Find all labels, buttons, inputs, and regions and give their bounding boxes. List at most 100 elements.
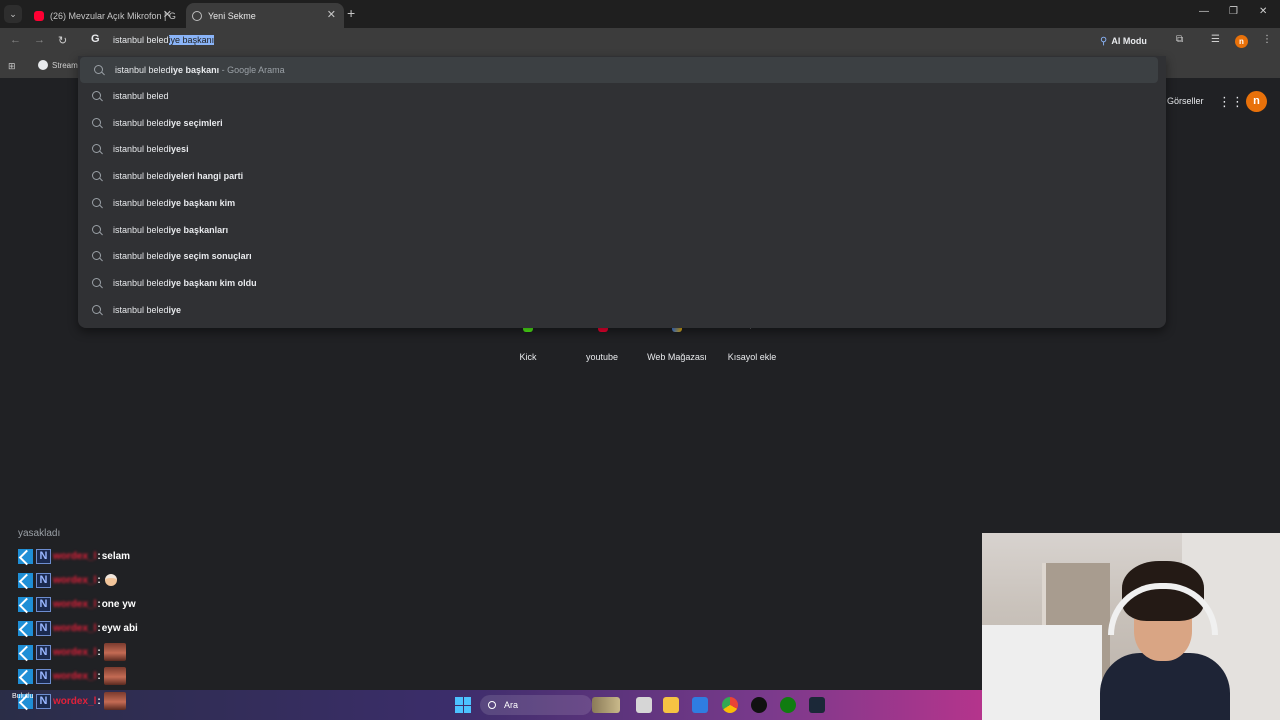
chat-separator: : — [97, 574, 101, 586]
extensions-icon[interactable]: ⧉ — [1176, 34, 1183, 45]
search-icon — [92, 278, 101, 287]
widget-icon[interactable] — [592, 697, 620, 713]
shortcut-web-store[interactable]: Web Mağazası — [637, 352, 717, 362]
restore-icon[interactable]: ❐ — [1229, 6, 1238, 17]
chat-separator: : — [97, 670, 101, 682]
account-avatar[interactable]: n — [1246, 91, 1267, 112]
chat-message: N wordex_l: selam — [18, 548, 130, 564]
chrome-icon[interactable] — [722, 697, 738, 713]
file-explorer-icon[interactable] — [663, 697, 679, 713]
face-emote — [103, 643, 126, 661]
chat-separator: : — [97, 646, 101, 658]
suggestion-item[interactable]: istanbul belediyesi — [78, 136, 1166, 162]
chat-message: N wordex_l: one yw — [18, 596, 136, 612]
new-tab-button[interactable]: + — [347, 5, 355, 21]
chat-username: wordex_l — [53, 670, 97, 682]
search-icon — [92, 171, 101, 180]
tab-new-tab[interactable]: Yeni Sekme ✕ — [186, 3, 344, 28]
ai-mode-label: AI Modu — [1111, 36, 1147, 46]
ai-mode-button[interactable]: ⚲ AI Modu — [1100, 33, 1147, 49]
taskbar-search[interactable]: Ara — [480, 695, 592, 715]
streamer — [1100, 561, 1230, 720]
tab-title: Yeni Sekme — [208, 10, 256, 21]
close-icon[interactable]: ✕ — [327, 8, 336, 21]
taskbar-search-label: Ara — [504, 700, 519, 710]
apps-grid-icon[interactable]: ⊞ — [8, 61, 16, 72]
suggestion-text: istanbul beled — [113, 91, 169, 101]
suggestion-item[interactable]: istanbul belediye başkanı - Google Arama — [80, 57, 1158, 83]
chat-message: N wordex_l: — [18, 643, 126, 661]
suggestion-text: istanbul beled — [113, 278, 169, 288]
suggestion-item[interactable]: istanbul belediye seçimleri — [78, 110, 1166, 136]
suggestion-text: istanbul beled — [113, 225, 169, 235]
omnibox-suggestions: istanbul belediye başkanı - Google Arama… — [78, 56, 1166, 328]
task-view-icon[interactable] — [636, 697, 652, 713]
tab-title: (26) Mevzular Açık Mikrofon | G — [50, 10, 176, 21]
tab-youtube[interactable]: (26) Mevzular Açık Mikrofon | G ✕ — [28, 3, 180, 28]
g-hub-icon[interactable] — [751, 697, 767, 713]
suggestion-text: istanbul beled — [113, 305, 169, 315]
suggestion-text: istanbul beled — [115, 65, 171, 75]
images-link[interactable]: Görseller — [1167, 96, 1204, 106]
verified-badge-icon — [18, 620, 33, 636]
n-badge-icon: N — [36, 548, 51, 564]
reload-button[interactable]: ↻ — [58, 34, 67, 47]
thumbs-up-emote — [104, 574, 117, 586]
suggestion-item[interactable]: istanbul belediyeleri hangi parti — [78, 163, 1166, 189]
suggestion-text: istanbul beled — [113, 171, 169, 181]
suggestion-item[interactable]: istanbul beled — [78, 83, 1166, 109]
close-icon[interactable]: ✕ — [163, 8, 172, 21]
n-badge-icon: N — [36, 596, 51, 612]
bookmark-stream[interactable]: Stream — [38, 60, 78, 70]
forward-button[interactable]: → — [34, 34, 45, 46]
search-icon — [92, 198, 101, 207]
face-emote — [103, 692, 126, 710]
verified-badge-icon — [18, 596, 33, 612]
suggestion-text: istanbul beled — [113, 251, 169, 261]
media-control-icon[interactable]: ☰ — [1211, 34, 1220, 45]
search-icon — [94, 65, 103, 74]
windows-start-icon[interactable] — [455, 697, 471, 713]
tab-strip: ⌄ (26) Mevzular Açık Mikrofon | G ✕ Yeni… — [0, 0, 1280, 28]
chat-message: N wordex_l: — [18, 692, 126, 710]
chat-separator: : — [97, 550, 101, 562]
close-window-icon[interactable]: ✕ — [1259, 6, 1267, 17]
suggestion-item[interactable]: istanbul belediye başkanı kim oldu — [78, 270, 1166, 296]
suggestion-item[interactable]: istanbul belediye seçim sonuçları — [78, 243, 1166, 269]
steam-icon[interactable] — [809, 697, 825, 713]
store-icon[interactable] — [692, 697, 708, 713]
typed-text: istanbul beled — [113, 35, 169, 45]
webcam-overlay — [982, 533, 1280, 720]
menu-icon[interactable]: ⋮ — [1262, 34, 1272, 45]
n-badge-icon: N — [36, 668, 51, 684]
tab-search-dropdown-button[interactable]: ⌄ — [4, 5, 22, 23]
search-icon — [92, 91, 101, 100]
profile-avatar[interactable]: n — [1235, 35, 1248, 48]
chat-text: selam — [101, 550, 131, 562]
suggestion-completion: iye seçim sonuçları — [168, 251, 252, 261]
suggestion-item[interactable]: istanbul belediye başkanı kim — [78, 190, 1166, 216]
search-icon — [92, 144, 101, 153]
face-emote — [103, 667, 126, 685]
xbox-icon[interactable] — [780, 697, 796, 713]
minimize-icon[interactable]: — — [1199, 6, 1209, 17]
suggestion-completion: iye başkanları — [168, 225, 229, 235]
suggestion-item[interactable]: istanbul belediye — [78, 297, 1166, 323]
chat-username: wordex_l — [53, 550, 97, 562]
n-badge-icon: N — [36, 620, 51, 636]
suggestion-item[interactable]: istanbul belediye başkanları — [78, 217, 1166, 243]
autocomplete-selection: iye başkanı — [168, 35, 215, 45]
back-button[interactable]: ← — [10, 34, 21, 46]
n-badge-icon: N — [36, 644, 51, 660]
shortcut-kick[interactable]: Kick — [488, 352, 568, 362]
chat-username: wordex_l — [53, 695, 97, 707]
suggestion-text: istanbul beled — [113, 198, 169, 208]
add-shortcut[interactable]: Kısayol ekle — [712, 352, 792, 362]
weather-widget[interactable]: Bulutlu — [12, 693, 33, 700]
address-bar[interactable]: G istanbul belediye başkanı — [84, 29, 1166, 53]
google-icon: G — [91, 33, 100, 45]
n-badge-icon: N — [36, 572, 51, 588]
address-bar-text[interactable]: istanbul belediye başkanı — [113, 35, 215, 45]
shortcut-youtube[interactable]: youtube — [562, 352, 642, 362]
chat-message: N wordex_l: — [18, 667, 126, 685]
